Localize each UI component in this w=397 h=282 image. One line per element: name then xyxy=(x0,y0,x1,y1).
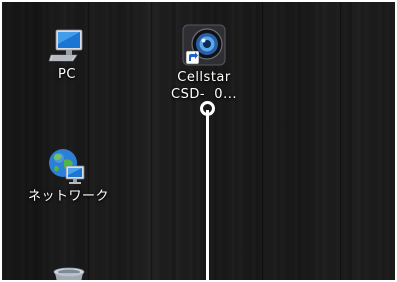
pc-monitor-icon xyxy=(48,29,83,62)
wood-seam xyxy=(340,0,341,282)
callout-line xyxy=(206,110,209,282)
cellstar-camera-shortcut-icon xyxy=(182,24,226,66)
desktop-icon-recycle-bin[interactable] xyxy=(44,266,94,282)
callout-ring xyxy=(200,101,215,116)
desktop: PC Cellstar CSD- 0... ネットワーク xyxy=(0,0,397,282)
desktop-icon-label: ネットワーク xyxy=(28,189,110,204)
network-globe-icon xyxy=(49,149,85,184)
desktop-icon-pc[interactable]: PC xyxy=(36,26,98,83)
desktop-icon-label-line1: Cellstar xyxy=(177,70,231,85)
desktop-icon-label: PC xyxy=(58,67,76,82)
desktop-icon-cellstar[interactable]: Cellstar CSD- 0... xyxy=(159,23,249,103)
recycle-bin-icon xyxy=(53,267,85,282)
desktop-icon-network[interactable]: ネットワーク xyxy=(28,146,110,205)
wood-seam xyxy=(151,0,152,282)
wood-seam xyxy=(262,0,263,282)
